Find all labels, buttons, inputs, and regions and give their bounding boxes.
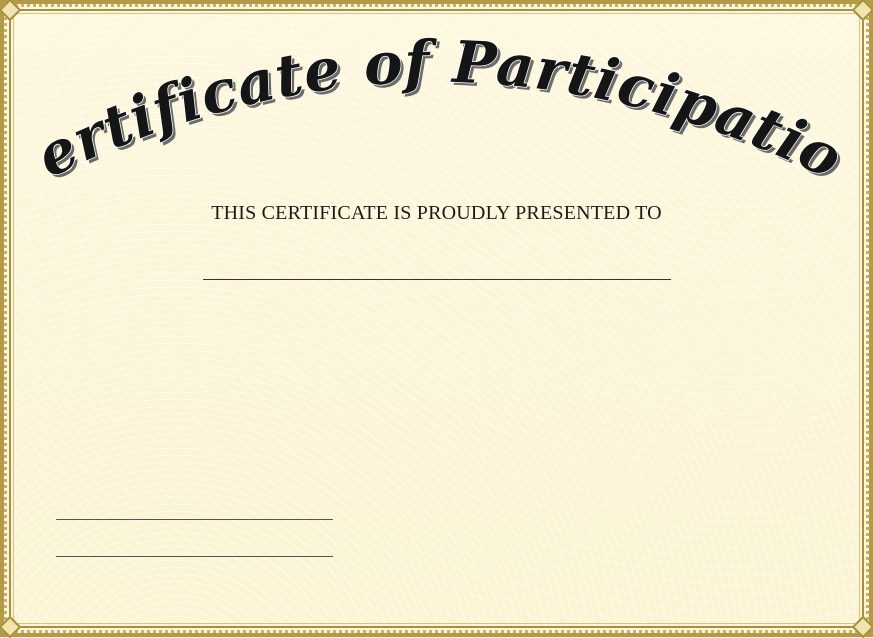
recipient-name-line — [203, 279, 671, 280]
certificate-heading: Certificate of Participation Certificate… — [0, 0, 856, 195]
date-line — [56, 556, 333, 557]
certificate-subtitle: THIS CERTIFICATE IS PROUDLY PRESENTED TO — [211, 202, 662, 224]
signature-line — [56, 519, 333, 520]
certificate: Certificate of Participation Certificate… — [0, 0, 873, 638]
